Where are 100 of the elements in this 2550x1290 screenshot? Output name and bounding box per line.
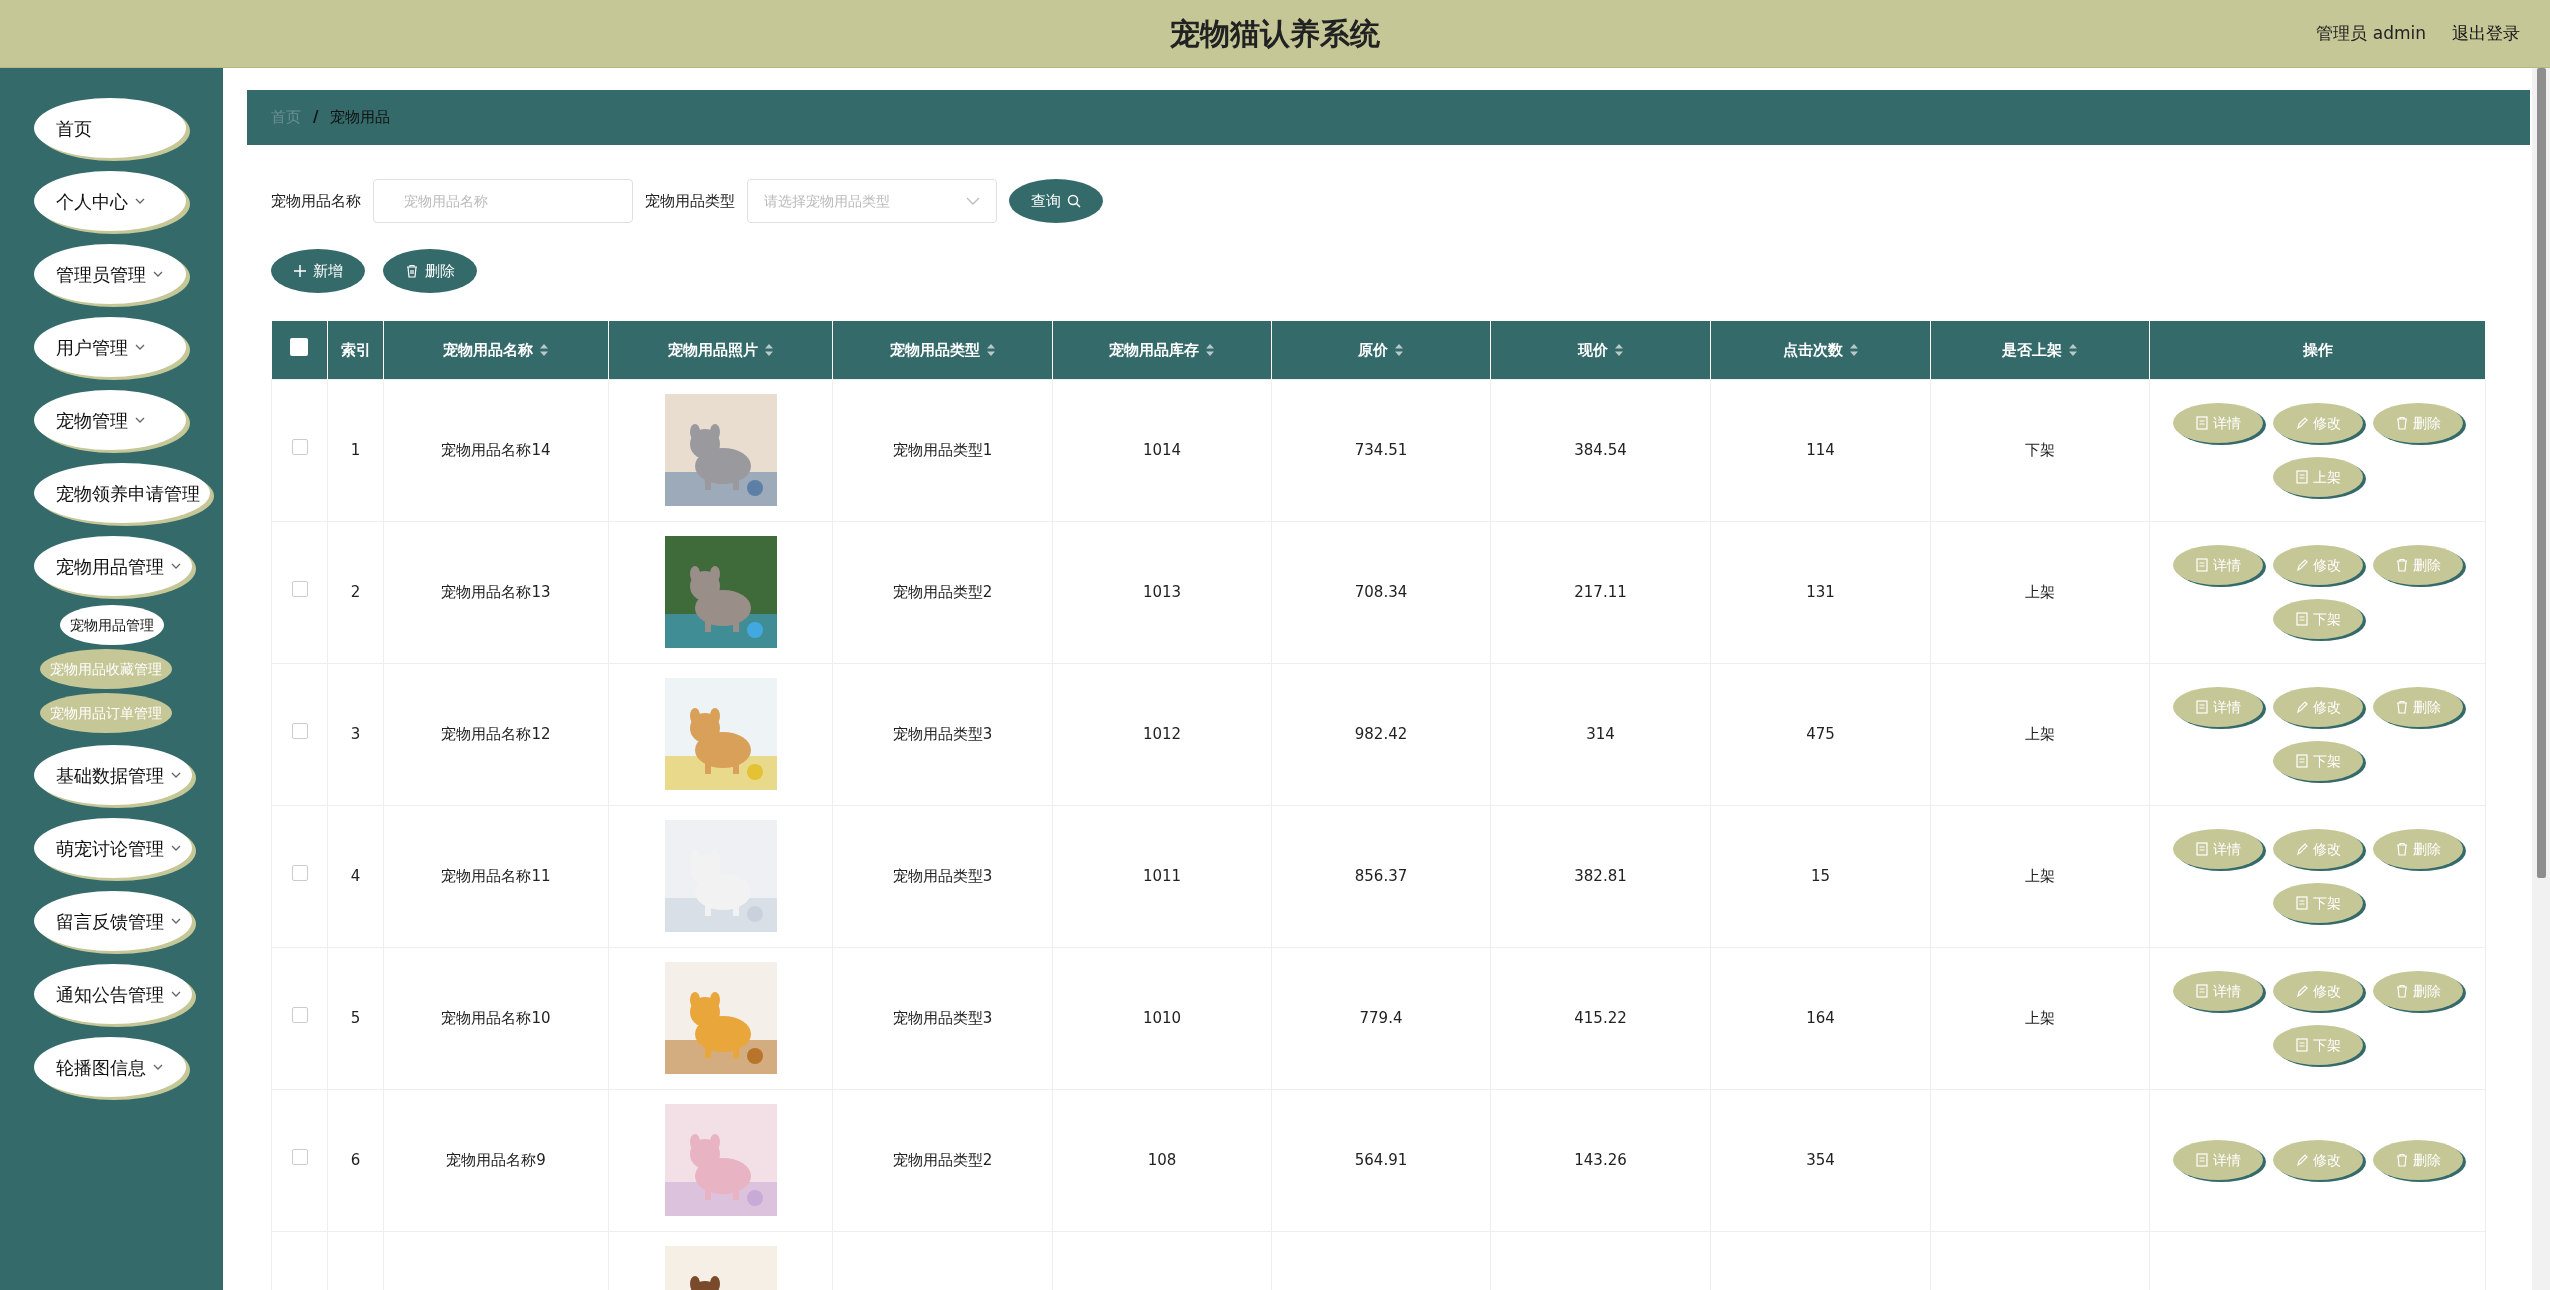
scrollbar-thumb[interactable]: [2537, 68, 2546, 878]
column-header[interactable]: 宠物用品照片: [608, 321, 833, 379]
select-all-checkbox[interactable]: [290, 337, 309, 356]
chevron-icon: [134, 343, 146, 351]
document-icon: [2294, 754, 2309, 768]
add-button[interactable]: 新增: [271, 249, 365, 293]
table-cell: 779.4: [1359, 1008, 1403, 1027]
table-cell: 宠物用品类型2: [892, 1150, 993, 1169]
table-cell: 1014: [1142, 440, 1182, 459]
trash-icon: [2394, 1153, 2409, 1167]
table-cell: 3: [350, 724, 361, 743]
column-header[interactable]: 是否上架: [1930, 321, 2150, 379]
sort-icon: [2068, 342, 2078, 357]
row-checkbox[interactable]: [291, 438, 308, 455]
sidebar-item[interactable]: 宠物领养申请管理: [34, 463, 210, 523]
column-header[interactable]: 操作: [2149, 321, 2486, 379]
row-checkbox[interactable]: [291, 1148, 308, 1165]
table-cell: 6: [350, 1150, 361, 1169]
table-cell: 宠物用品类型1: [892, 440, 993, 459]
chevron-icon: [170, 990, 182, 998]
table-cell: 415.22: [1574, 1008, 1627, 1027]
table-cell: 上架: [2025, 582, 2055, 601]
trash-icon: [405, 264, 419, 278]
table-cell: 982.42: [1354, 724, 1408, 743]
scrollbar[interactable]: [2532, 68, 2550, 1290]
table-cell: 164: [1806, 1008, 1835, 1027]
document-icon: [2294, 470, 2309, 484]
sidebar-item[interactable]: 个人中心: [34, 171, 186, 231]
chevron-icon: [152, 1063, 164, 1071]
trash-icon: [2394, 984, 2409, 998]
table-cell: 382.81: [1574, 866, 1627, 885]
row-checkbox[interactable]: [291, 722, 308, 739]
table-cell: 114: [1806, 440, 1835, 459]
document-icon: [2194, 700, 2209, 714]
chevron-icon: [134, 416, 146, 424]
column-header[interactable]: 宠物用品库存: [1052, 321, 1272, 379]
column-header[interactable]: 现价: [1490, 321, 1711, 379]
pencil-icon: [2294, 700, 2309, 714]
sidebar-item[interactable]: 基础数据管理: [34, 745, 192, 805]
sidebar-item[interactable]: 宠物管理: [34, 390, 186, 450]
sidebar-item[interactable]: 首页: [34, 98, 186, 158]
field-label: 宠物用品类型: [645, 190, 735, 212]
table-cell: 384.54: [1574, 440, 1627, 459]
sidebar-item[interactable]: 通知公告管理: [34, 964, 192, 1024]
chevron-icon: [170, 844, 182, 852]
pencil-icon: [2294, 842, 2309, 856]
chevron-icon: [170, 917, 182, 925]
table-cell: 1012: [1142, 724, 1182, 743]
sidebar-item[interactable]: 萌宠讨论管理: [34, 818, 192, 878]
table-cell: 4: [350, 866, 361, 885]
sidebar-item[interactable]: 留言反馈管理: [34, 891, 192, 951]
sidebar-item[interactable]: 宠物用品管理: [34, 536, 192, 596]
table-cell: 217.11: [1574, 582, 1627, 601]
table-cell: 708.34: [1354, 582, 1408, 601]
delete-button[interactable]: 删除: [383, 249, 477, 293]
sort-icon: [1394, 342, 1404, 357]
document-icon: [2194, 842, 2209, 856]
row-checkbox[interactable]: [291, 580, 308, 597]
sidebar-item[interactable]: 轮播图信息: [34, 1037, 186, 1097]
submenu-item[interactable]: 宠物用品管理: [60, 605, 164, 645]
chevron-icon: [170, 562, 182, 570]
column-header[interactable]: 宠物用品名称: [383, 321, 609, 379]
trash-icon: [2394, 700, 2409, 714]
table-cell: 856.37: [1354, 866, 1408, 885]
pencil-icon: [2294, 1153, 2309, 1167]
pencil-icon: [2294, 558, 2309, 572]
column-header[interactable]: 宠物用品类型: [832, 321, 1053, 379]
table-cell: 1: [350, 440, 361, 459]
column-header[interactable]: 索引: [327, 321, 384, 379]
table-cell: 宠物用品类型3: [892, 866, 993, 885]
sort-icon: [1848, 342, 1859, 357]
document-icon: [2294, 612, 2309, 626]
logout-link[interactable]: 退出登录: [2452, 20, 2520, 47]
document-icon: [2194, 416, 2209, 430]
table-cell: 宠物用品类型3: [892, 1008, 993, 1027]
user-label: 管理员 admin: [2316, 21, 2426, 45]
table-cell: 15: [1810, 866, 1831, 885]
query-button[interactable]: 查询: [1009, 179, 1103, 223]
table-cell: 下架: [2025, 440, 2055, 459]
row-checkbox[interactable]: [291, 1006, 308, 1023]
table-cell: 上架: [2025, 866, 2055, 885]
pencil-icon: [2294, 416, 2309, 430]
sidebar-item[interactable]: 用户管理: [34, 317, 186, 377]
table-cell: 131: [1806, 582, 1835, 601]
table-cell: 734.51: [1354, 440, 1408, 459]
pencil-icon: [2294, 984, 2309, 998]
column-header[interactable]: 原价: [1271, 321, 1491, 379]
table-cell: 2: [350, 582, 361, 601]
table-cell: 宠物用品名称9: [446, 1150, 546, 1169]
column-header[interactable]: 点击次数: [1710, 321, 1931, 379]
trash-icon: [2394, 558, 2409, 572]
table-cell: 1010: [1142, 1008, 1182, 1027]
table-cell: 宠物用品名称12: [441, 724, 551, 743]
table-cell: 宠物用品名称14: [441, 440, 551, 459]
sidebar-item[interactable]: 管理员管理: [34, 244, 186, 304]
row-checkbox[interactable]: [291, 864, 308, 881]
search-field[interactable]: 宠物用品名称: [373, 179, 633, 223]
table-cell: 1013: [1142, 582, 1182, 601]
field-label: 宠物用品名称: [271, 190, 361, 212]
app-title: 宠物猫认养系统: [1170, 15, 1380, 53]
